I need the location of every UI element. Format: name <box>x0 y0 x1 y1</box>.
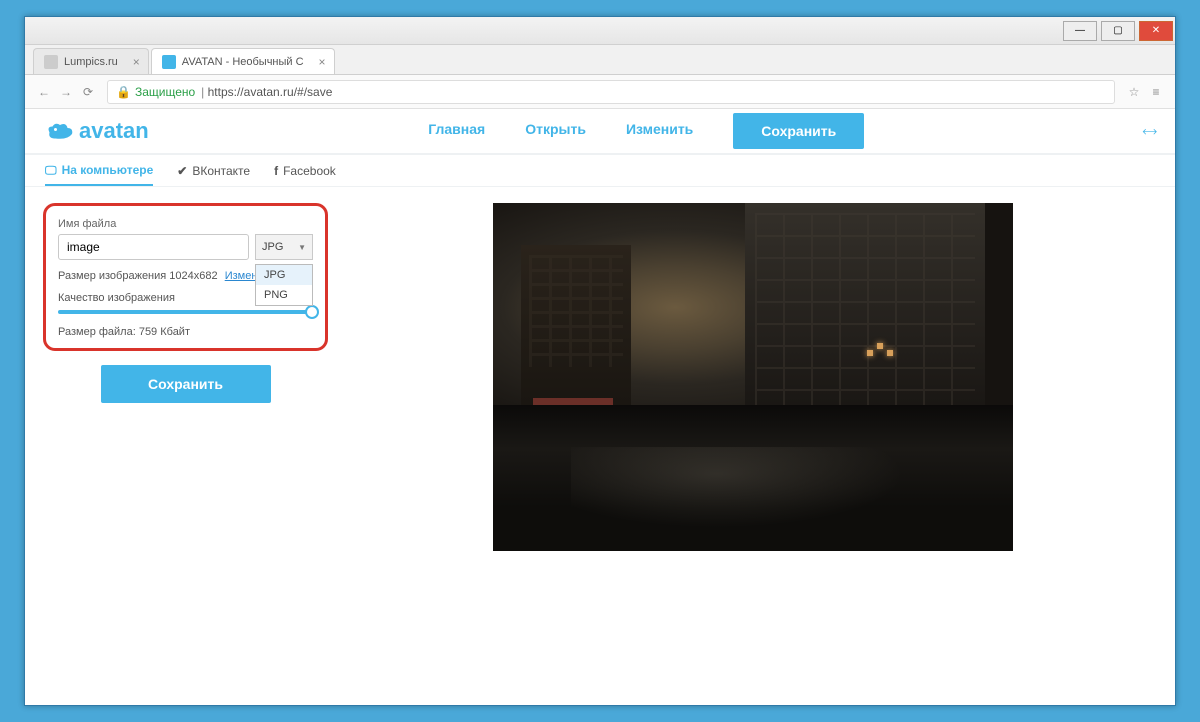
browser-tab[interactable]: Lumpics.ru × <box>33 48 149 74</box>
secure-label: Защищено <box>135 85 195 99</box>
dimensions-text: Размер изображения 1024x682 <box>58 270 218 282</box>
format-option-png[interactable]: PNG <box>256 285 312 305</box>
bookmark-star-icon[interactable]: ☆ <box>1123 85 1145 99</box>
nav-back-button[interactable]: ← <box>33 81 55 103</box>
nav-forward-button[interactable]: → <box>55 81 77 103</box>
nav-open[interactable]: Открыть <box>525 113 586 149</box>
logo-text: avatan <box>79 118 149 144</box>
tab-label: Facebook <box>283 164 336 178</box>
logo-whale-icon <box>45 120 75 142</box>
browser-tabstrip: Lumpics.ru × AVATAN - Необычный С × <box>25 45 1175 75</box>
window-close-button[interactable]: ✕ <box>1139 21 1173 41</box>
quality-slider[interactable] <box>58 310 313 314</box>
tab-title: AVATAN - Необычный С <box>182 56 304 68</box>
save-button[interactable]: Сохранить <box>101 365 271 403</box>
nav-edit[interactable]: Изменить <box>626 113 693 149</box>
tab-computer[interactable]: 🖵 На компьютере <box>45 163 153 186</box>
format-select[interactable]: JPG ▼ <box>255 234 313 260</box>
favicon-icon <box>44 55 58 69</box>
save-panel: Имя файла JPG ▼ JPG PNG Размер изображен… <box>43 203 328 689</box>
tab-close-icon[interactable]: × <box>133 55 140 69</box>
url-text: https://avatan.ru/#/save <box>208 85 333 99</box>
format-option-jpg[interactable]: JPG <box>256 265 312 285</box>
nav-save[interactable]: Сохранить <box>733 113 864 149</box>
window-titlebar: — ▢ ✕ <box>25 17 1175 45</box>
image-preview <box>493 203 1013 551</box>
vk-icon: ✔ <box>177 164 187 178</box>
tab-label: ВКонтакте <box>192 164 250 178</box>
facebook-icon: f <box>274 164 278 178</box>
page-content: avatan Главная Открыть Изменить Сохранит… <box>25 109 1175 705</box>
browser-tab[interactable]: AVATAN - Необычный С × <box>151 48 335 74</box>
content-area: Имя файла JPG ▼ JPG PNG Размер изображен… <box>25 187 1175 705</box>
tab-title: Lumpics.ru <box>64 56 118 68</box>
main-nav: Главная Открыть Изменить Сохранить <box>149 113 1144 149</box>
address-bar[interactable]: 🔒 Защищено | https://avatan.ru/#/save <box>107 80 1115 104</box>
tab-label: На компьютере <box>62 163 154 177</box>
preview-area <box>348 203 1157 689</box>
browser-window: — ▢ ✕ Lumpics.ru × AVATAN - Необычный С … <box>24 16 1176 706</box>
tab-close-icon[interactable]: × <box>319 55 326 69</box>
window-maximize-button[interactable]: ▢ <box>1101 21 1135 41</box>
format-dropdown: JPG PNG <box>255 264 313 306</box>
site-logo[interactable]: avatan <box>45 118 149 144</box>
format-selected-value: JPG <box>262 241 283 253</box>
quality-label: Качество изображения <box>58 292 175 304</box>
save-target-tabs: 🖵 На компьютере ✔ ВКонтакте f Facebook <box>25 155 1175 187</box>
window-minimize-button[interactable]: — <box>1063 21 1097 41</box>
lock-icon: 🔒 <box>116 85 131 99</box>
browser-menu-icon[interactable]: ≡ <box>1145 85 1167 99</box>
filename-label: Имя файла <box>58 218 313 230</box>
tab-facebook[interactable]: f Facebook <box>274 164 336 178</box>
laptop-icon: 🖵 <box>45 163 57 178</box>
save-options-box: Имя файла JPG ▼ JPG PNG Размер изображен… <box>43 203 328 351</box>
filename-input[interactable] <box>58 234 249 260</box>
browser-toolbar: ← → ⟳ 🔒 Защищено | https://avatan.ru/#/s… <box>25 75 1175 109</box>
filesize-text: Размер файла: 759 Кбайт <box>58 326 313 338</box>
nav-home[interactable]: Главная <box>428 113 485 149</box>
chevron-down-icon: ▼ <box>298 243 306 252</box>
site-header: avatan Главная Открыть Изменить Сохранит… <box>25 109 1175 155</box>
favicon-icon <box>162 55 176 69</box>
tab-vkontakte[interactable]: ✔ ВКонтакте <box>177 164 250 178</box>
nav-reload-button[interactable]: ⟳ <box>77 81 99 103</box>
slider-thumb[interactable] <box>305 305 319 319</box>
